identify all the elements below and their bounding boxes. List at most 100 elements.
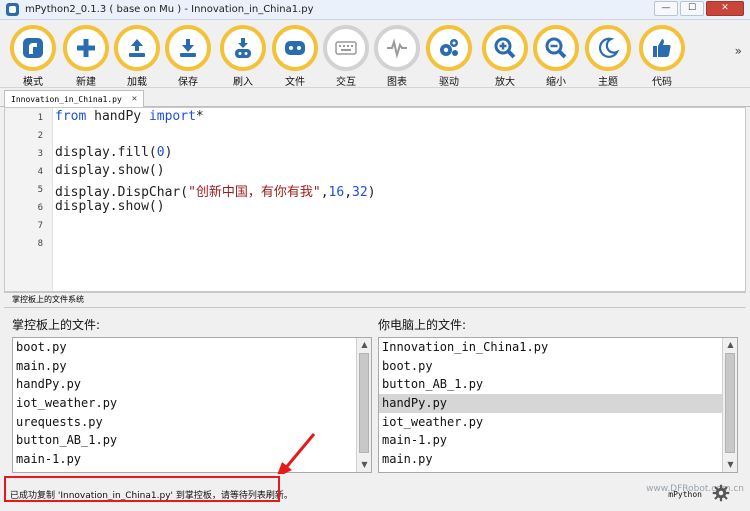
module-name: handPy bbox=[86, 109, 149, 124]
keyboard-icon bbox=[323, 25, 369, 71]
close-window-button[interactable]: ✕ bbox=[706, 1, 744, 16]
list-item[interactable]: Innovation_in_China1.py bbox=[379, 338, 737, 357]
list-item[interactable]: iot_weather.py bbox=[13, 394, 371, 413]
tab-label: Innovation_in_China1.py bbox=[11, 94, 122, 104]
zoom-out-button[interactable]: 缩小 bbox=[531, 25, 581, 88]
list-item[interactable]: urequests.py bbox=[13, 413, 371, 432]
code-editor[interactable]: 1 2 3 4 5 6 7 8 from handPy import* disp… bbox=[4, 107, 746, 292]
tab-close-icon[interactable]: ✕ bbox=[132, 94, 137, 104]
line-number: 8 bbox=[37, 239, 43, 249]
new-button[interactable]: 新建 bbox=[61, 25, 111, 88]
code-line-5: display.DispChar("创新中国，有你有我",16,32) bbox=[55, 181, 376, 200]
local-list-scrollbar[interactable]: ▲ ▼ bbox=[722, 338, 737, 472]
list-item[interactable]: main.py bbox=[379, 450, 737, 469]
app-icon bbox=[6, 3, 19, 16]
editor-tab-bar: Innovation_in_China1.py ✕ bbox=[0, 88, 750, 107]
list-item[interactable]: main-1.py bbox=[379, 431, 737, 450]
thumbs-up-icon bbox=[639, 25, 685, 71]
new-label: 新建 bbox=[76, 77, 96, 88]
scroll-down-icon[interactable]: ▼ bbox=[357, 458, 371, 472]
files-label: 文件 bbox=[285, 77, 305, 88]
list-item[interactable]: boot.py bbox=[13, 338, 371, 357]
zoom-in-button[interactable]: 放大 bbox=[480, 25, 530, 88]
flash-button[interactable]: 刷入 bbox=[218, 25, 268, 88]
scroll-up-icon[interactable]: ▲ bbox=[357, 338, 371, 352]
editor-tab[interactable]: Innovation_in_China1.py ✕ bbox=[4, 90, 145, 107]
save-button[interactable]: 保存 bbox=[163, 25, 213, 88]
line-number: 7 bbox=[37, 221, 43, 231]
code-line-6: display.show() bbox=[55, 199, 165, 214]
load-label: 加载 bbox=[127, 77, 147, 88]
plotter-button[interactable]: 图表 bbox=[372, 25, 422, 88]
mode-button[interactable]: 模式 bbox=[8, 25, 58, 88]
title-bar: mPython2_0.1.3 ( base on Mu ) - Innovati… bbox=[0, 0, 750, 20]
mode-indicator[interactable]: mPython bbox=[668, 490, 702, 499]
pulse-icon bbox=[374, 25, 420, 71]
code-text: display.fill( bbox=[55, 145, 157, 160]
code-line-1: from handPy import* bbox=[55, 109, 204, 124]
local-files-title: 你电脑上的文件: bbox=[378, 318, 467, 332]
flash-icon bbox=[220, 25, 266, 71]
local-file-list[interactable]: Innovation_in_China1.py boot.py button_A… bbox=[378, 337, 738, 473]
maximize-button[interactable]: ☐ bbox=[680, 1, 704, 16]
driver-label: 驱动 bbox=[439, 77, 459, 88]
code-button[interactable]: 代码 bbox=[637, 25, 687, 88]
annotation-highlight-box bbox=[4, 476, 280, 502]
code-line-4: display.show() bbox=[55, 163, 165, 178]
files-button[interactable]: 文件 bbox=[270, 25, 320, 88]
code-text: ) bbox=[367, 185, 376, 200]
line-number: 1 bbox=[37, 113, 43, 123]
scroll-down-icon[interactable]: ▼ bbox=[723, 458, 737, 472]
moon-icon bbox=[585, 25, 631, 71]
list-item[interactable]: boot.py bbox=[379, 357, 737, 376]
gear-icon[interactable] bbox=[712, 484, 730, 502]
keyword: import bbox=[148, 109, 196, 124]
list-item[interactable]: iot_weather.py bbox=[379, 413, 737, 432]
number-literal: 16 bbox=[328, 185, 345, 200]
device-list-scrollbar[interactable]: ▲ ▼ bbox=[356, 338, 371, 472]
line-number: 4 bbox=[37, 167, 43, 177]
list-item[interactable]: main.py bbox=[13, 357, 371, 376]
mode-icon bbox=[10, 25, 56, 71]
zoom-in-label: 放大 bbox=[495, 77, 515, 88]
download-icon bbox=[165, 25, 211, 71]
load-button[interactable]: 加载 bbox=[112, 25, 162, 88]
number-literal: 0 bbox=[156, 145, 165, 160]
zoom-out-icon bbox=[533, 25, 579, 71]
list-item[interactable]: handPy.py bbox=[13, 375, 371, 394]
code-label: 代码 bbox=[652, 77, 672, 88]
line-number: 6 bbox=[37, 203, 43, 213]
minimize-button[interactable]: — bbox=[654, 1, 678, 16]
window-controls: — ☐ ✕ bbox=[654, 1, 744, 16]
line-number-gutter: 1 2 3 4 5 6 7 8 bbox=[5, 108, 53, 291]
upload-icon bbox=[114, 25, 160, 71]
driver-button[interactable]: 驱动 bbox=[424, 25, 474, 88]
device-files-title: 掌控板上的文件: bbox=[12, 318, 101, 332]
save-label: 保存 bbox=[178, 77, 198, 88]
line-number: 5 bbox=[37, 185, 43, 195]
scroll-thumb[interactable] bbox=[359, 353, 369, 453]
import-star: * bbox=[195, 109, 204, 124]
code-text: display.DispChar( bbox=[55, 185, 189, 200]
code-line-3: display.fill(0) bbox=[55, 145, 172, 160]
scroll-up-icon[interactable]: ▲ bbox=[723, 338, 737, 352]
line-number: 2 bbox=[37, 131, 43, 141]
theme-button[interactable]: 主题 bbox=[583, 25, 633, 88]
zoom-out-label: 缩小 bbox=[546, 77, 566, 88]
plus-icon bbox=[63, 25, 109, 71]
repl-button[interactable]: 交互 bbox=[321, 25, 371, 88]
window-title: mPython2_0.1.3 ( base on Mu ) - Innovati… bbox=[25, 4, 314, 15]
list-item-selected[interactable]: handPy.py bbox=[379, 394, 737, 413]
gears-icon bbox=[426, 25, 472, 71]
board-icon bbox=[272, 25, 318, 71]
code-text: ) bbox=[164, 145, 173, 160]
flash-label: 刷入 bbox=[233, 77, 253, 88]
toolbar-overflow-icon[interactable]: » bbox=[735, 44, 742, 58]
toolbar: 模式 新建 加载 保存 刷入 文件 交互 图表 驱动 放大 缩小 主题 代码 » bbox=[0, 20, 750, 88]
scroll-thumb[interactable] bbox=[725, 353, 735, 453]
plotter-label: 图表 bbox=[387, 77, 407, 88]
filesystem-pane-header: 掌控板上的文件系统 bbox=[4, 292, 746, 308]
list-item[interactable]: button_AB_1.py bbox=[379, 375, 737, 394]
code-text: , bbox=[320, 185, 329, 200]
line-number: 3 bbox=[37, 149, 43, 159]
